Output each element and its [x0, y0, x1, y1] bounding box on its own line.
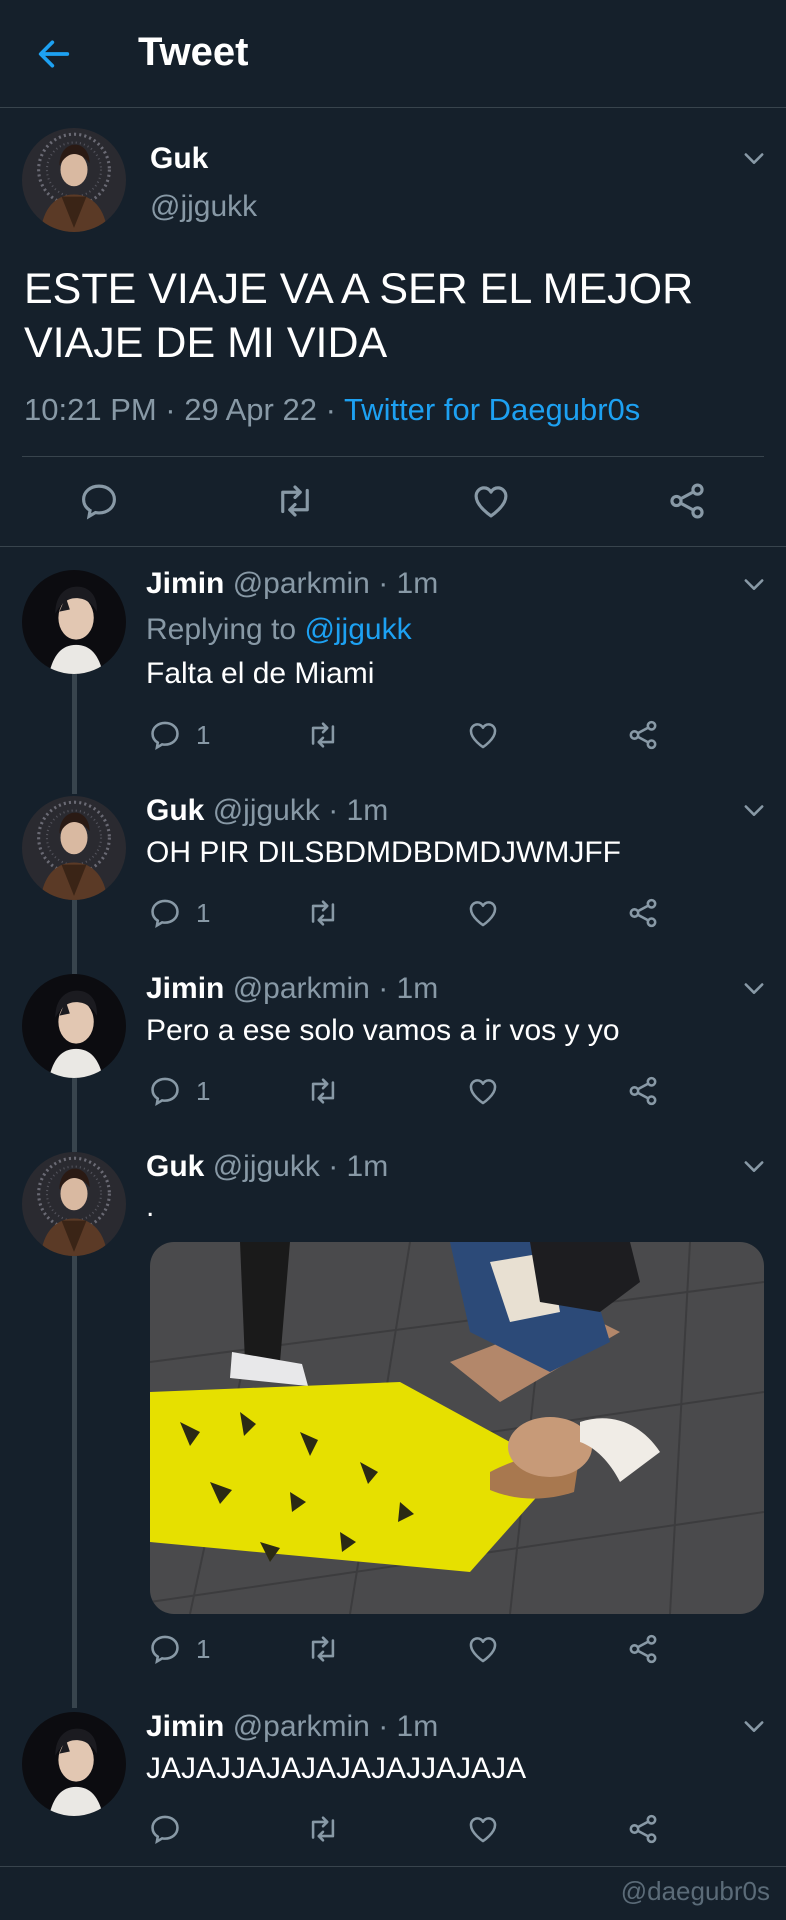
like-icon[interactable] [466, 1074, 500, 1108]
avatar[interactable] [22, 974, 126, 1078]
author-name: Jimin [146, 972, 225, 1005]
divider [22, 456, 764, 457]
author-name: Guk [146, 794, 205, 827]
retweet-icon[interactable] [306, 1074, 340, 1108]
tweet-source-link[interactable]: Twitter for Daegubr0s [344, 392, 640, 427]
reply-icon[interactable] [148, 1812, 182, 1846]
reply-count: 1 [196, 720, 211, 750]
author-name: Guk [146, 1150, 205, 1183]
handle-time: @jjgukk · 1m [212, 794, 389, 827]
retweet-icon[interactable] [274, 480, 316, 522]
divider [0, 546, 786, 547]
reply-icon[interactable] [148, 896, 182, 930]
reply-count: 1 [196, 898, 211, 928]
tweet-text: ESTE VIAJE VA A SER EL MEJOR VIAJE DE MI… [24, 265, 694, 367]
back-arrow-icon[interactable] [34, 34, 74, 74]
page-title: Tweet [138, 30, 249, 74]
chevron-down-icon[interactable] [740, 1712, 768, 1740]
handle-time: @jjgukk · 1m [212, 1150, 389, 1183]
reply-icon[interactable] [148, 1632, 182, 1666]
share-icon[interactable] [626, 896, 660, 930]
retweet-icon[interactable] [306, 718, 340, 752]
avatar[interactable] [22, 128, 126, 232]
share-icon[interactable] [666, 480, 708, 522]
like-icon[interactable] [466, 896, 500, 930]
thread-line [72, 1208, 77, 1708]
like-icon[interactable] [466, 1812, 500, 1846]
handle-time: @parkmin · 1m [232, 972, 439, 1005]
avatar[interactable] [22, 570, 126, 674]
avatar[interactable] [22, 1152, 126, 1256]
reply-text: JAJAJJAJAJAJAJAJJAJAJA [146, 1752, 527, 1785]
reply-text: Falta el de Miami [146, 657, 375, 690]
chevron-down-icon[interactable] [740, 974, 768, 1002]
reply-count: 1 [196, 1076, 211, 1106]
tweet-timestamp: 10:21 PM · 29 Apr 22 · [24, 392, 344, 427]
thread-line [72, 674, 77, 794]
retweet-icon[interactable] [306, 1632, 340, 1666]
share-icon[interactable] [626, 1632, 660, 1666]
replying-to: Replying to @jjgukk [146, 613, 412, 647]
reply-author[interactable]: Guk @jjgukk · 1m [146, 794, 388, 828]
top-bar: Tweet [0, 0, 786, 108]
reply-text: . [146, 1190, 155, 1223]
reply-icon[interactable] [78, 480, 120, 522]
like-icon[interactable] [466, 718, 500, 752]
chevron-down-icon[interactable] [740, 1152, 768, 1180]
retweet-icon[interactable] [306, 896, 340, 930]
handle-time: @parkmin · 1m [232, 567, 439, 600]
reply-icon[interactable] [148, 718, 182, 752]
watermark: @daegubr0s [620, 1876, 770, 1906]
chevron-down-icon[interactable] [740, 796, 768, 824]
reply-count: 1 [196, 1634, 211, 1664]
reply-text: OH PIR DILSBDMDBDMDJWMJFF [146, 836, 621, 869]
like-icon[interactable] [466, 1632, 500, 1666]
avatar[interactable] [22, 1712, 126, 1816]
reply-author[interactable]: Guk @jjgukk · 1m [146, 1150, 388, 1184]
mention-link[interactable]: @jjgukk [304, 613, 411, 646]
reply-author[interactable]: Jimin @parkmin · 1m [146, 972, 438, 1006]
author-handle[interactable]: @jjgukk [150, 190, 257, 224]
reply-author[interactable]: Jimin @parkmin · 1m [146, 1710, 438, 1744]
tweet-meta: 10:21 PM · 29 Apr 22 · Twitter for Daegu… [24, 392, 640, 428]
divider [0, 1866, 786, 1867]
reply-author[interactable]: Jimin @parkmin · 1m [146, 567, 438, 601]
like-icon[interactable] [470, 480, 512, 522]
reply-icon[interactable] [148, 1074, 182, 1108]
handle-time: @parkmin · 1m [232, 1710, 439, 1743]
author-name: Jimin [146, 1710, 225, 1743]
author-name[interactable]: Guk [150, 142, 208, 176]
share-icon[interactable] [626, 1074, 660, 1108]
replying-label: Replying to [146, 613, 305, 646]
share-icon[interactable] [626, 1812, 660, 1846]
avatar[interactable] [22, 796, 126, 900]
chevron-down-icon[interactable] [740, 144, 768, 172]
share-icon[interactable] [626, 718, 660, 752]
attached-photo[interactable] [150, 1242, 764, 1614]
retweet-icon[interactable] [306, 1812, 340, 1846]
chevron-down-icon[interactable] [740, 570, 768, 598]
author-name: Jimin [146, 567, 225, 600]
reply-text: Pero a ese solo vamos a ir vos y yo [146, 1014, 620, 1047]
